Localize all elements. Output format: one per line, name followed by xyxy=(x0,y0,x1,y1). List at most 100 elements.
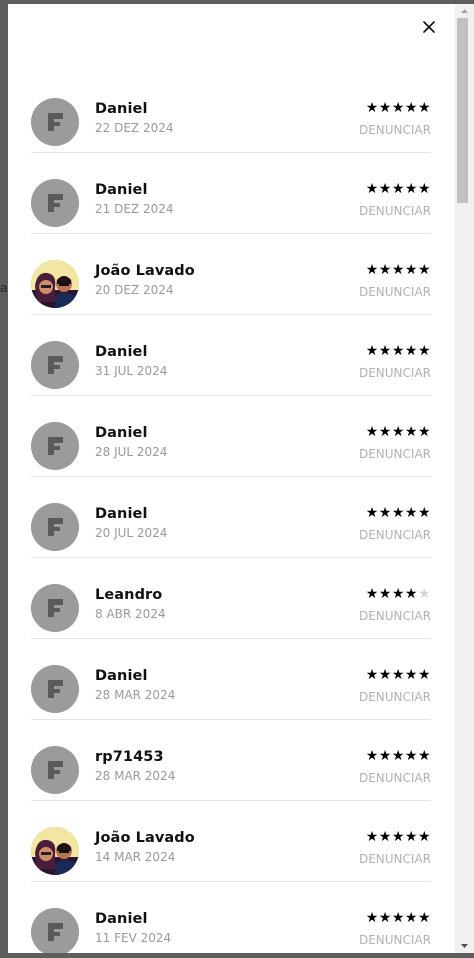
report-button[interactable]: DENUNCIAR xyxy=(359,609,431,623)
reviewer-name: Daniel xyxy=(95,425,148,441)
star-icon: ★ xyxy=(378,99,392,115)
report-button[interactable]: DENUNCIAR xyxy=(359,771,431,785)
star-icon: ★ xyxy=(391,180,405,196)
star-icon: ★ xyxy=(391,666,405,682)
review-row: Daniel 28 JUL 2024 ★★★★★ DENUNCIAR xyxy=(31,396,431,477)
report-button[interactable]: DENUNCIAR xyxy=(359,285,431,299)
star-rating: ★★★★★ xyxy=(366,829,431,843)
review-row: Leandro 8 ABR 2024 ★★★★★ DENUNCIAR xyxy=(31,558,431,639)
star-icon: ★ xyxy=(365,342,379,358)
review-date: 28 MAR 2024 xyxy=(95,769,176,783)
close-button[interactable] xyxy=(420,18,438,36)
star-icon: ★ xyxy=(365,180,379,196)
review-date: 20 JUL 2024 xyxy=(95,526,168,540)
reviewer-name: rp71453 xyxy=(95,749,164,765)
avatar xyxy=(31,746,79,794)
review-date: 22 DEZ 2024 xyxy=(95,121,174,135)
reviewer-name: Daniel xyxy=(95,101,148,117)
reviewer-name: Daniel xyxy=(95,182,148,198)
brand-logo-icon xyxy=(31,665,79,713)
backdrop-text-left: a xyxy=(0,280,8,295)
review-row: João Lavado 14 MAR 2024 ★★★★★ DENUNCIAR xyxy=(31,801,431,882)
report-button[interactable]: DENUNCIAR xyxy=(359,447,431,461)
scroll-down-arrow-icon[interactable] xyxy=(455,939,474,953)
review-row: rp71453 28 MAR 2024 ★★★★★ DENUNCIAR xyxy=(31,720,431,801)
avatar xyxy=(31,260,79,308)
star-icon: ★ xyxy=(404,342,418,358)
star-rating: ★★★★★ xyxy=(366,181,431,195)
avatar xyxy=(31,341,79,389)
reviewer-name: Daniel xyxy=(95,506,148,522)
report-button[interactable]: DENUNCIAR xyxy=(359,204,431,218)
reviews-list: Daniel 22 DEZ 2024 ★★★★★ DENUNCIAR Daniel 21 … xyxy=(31,72,431,953)
scrollbar[interactable] xyxy=(455,4,474,953)
review-date: 8 ABR 2024 xyxy=(95,607,166,621)
star-icon: ★ xyxy=(417,99,431,115)
star-icon: ★ xyxy=(391,99,405,115)
avatar xyxy=(31,584,79,632)
star-icon: ★ xyxy=(378,180,392,196)
star-icon: ★ xyxy=(417,504,431,520)
star-icon: ★ xyxy=(365,585,379,601)
star-icon: ★ xyxy=(417,747,431,763)
review-row: Daniel 11 FEV 2024 ★★★★★ DENUNCIAR xyxy=(31,882,431,953)
avatar xyxy=(31,179,79,227)
star-icon: ★ xyxy=(417,342,431,358)
star-rating: ★★★★★ xyxy=(366,262,431,276)
star-icon: ★ xyxy=(404,261,418,277)
star-icon: ★ xyxy=(417,666,431,682)
star-icon: ★ xyxy=(365,747,379,763)
star-icon: ★ xyxy=(404,828,418,844)
reviewer-name: Leandro xyxy=(95,587,163,603)
star-icon: ★ xyxy=(365,99,379,115)
reviews-modal: Daniel 22 DEZ 2024 ★★★★★ DENUNCIAR Daniel 21 … xyxy=(8,4,455,953)
star-icon: ★ xyxy=(417,828,431,844)
avatar xyxy=(31,98,79,146)
review-row: Daniel 31 JUL 2024 ★★★★★ DENUNCIAR xyxy=(31,315,431,396)
star-icon: ★ xyxy=(404,504,418,520)
star-icon: ★ xyxy=(378,585,392,601)
close-icon xyxy=(423,21,435,33)
star-icon: ★ xyxy=(378,504,392,520)
review-row: Daniel 20 JUL 2024 ★★★★★ DENUNCIAR xyxy=(31,477,431,558)
report-button[interactable]: DENUNCIAR xyxy=(359,690,431,704)
star-icon: ★ xyxy=(378,909,392,925)
star-icon: ★ xyxy=(404,99,418,115)
star-rating: ★★★★★ xyxy=(366,100,431,114)
review-date: 20 DEZ 2024 xyxy=(95,283,174,297)
star-icon: ★ xyxy=(404,180,418,196)
star-icon: ★ xyxy=(365,666,379,682)
user-photo-avatar xyxy=(31,827,79,875)
star-rating: ★★★★★ xyxy=(366,424,431,438)
star-icon: ★ xyxy=(365,504,379,520)
review-date: 14 MAR 2024 xyxy=(95,850,176,864)
report-button[interactable]: DENUNCIAR xyxy=(359,933,431,947)
star-icon: ★ xyxy=(378,342,392,358)
brand-logo-icon xyxy=(31,179,79,227)
report-button[interactable]: DENUNCIAR xyxy=(359,528,431,542)
star-icon: ★ xyxy=(404,585,418,601)
star-icon: ★ xyxy=(417,909,431,925)
star-rating: ★★★★★ xyxy=(366,343,431,357)
star-icon: ★ xyxy=(365,828,379,844)
star-icon: ★ xyxy=(404,423,418,439)
star-icon: ★ xyxy=(378,747,392,763)
avatar xyxy=(31,827,79,875)
report-button[interactable]: DENUNCIAR xyxy=(359,366,431,380)
star-rating: ★★★★★ xyxy=(366,586,431,600)
brand-logo-icon xyxy=(31,98,79,146)
reviewer-name: João Lavado xyxy=(95,830,195,846)
star-icon: ★ xyxy=(404,747,418,763)
scroll-up-arrow-icon[interactable] xyxy=(455,4,474,18)
user-photo-avatar xyxy=(31,260,79,308)
review-date: 31 JUL 2024 xyxy=(95,364,168,378)
review-row: Daniel 21 DEZ 2024 ★★★★★ DENUNCIAR xyxy=(31,153,431,234)
reviewer-name: Daniel xyxy=(95,344,148,360)
report-button[interactable]: DENUNCIAR xyxy=(359,123,431,137)
scrollbar-thumb[interactable] xyxy=(457,18,468,203)
star-rating: ★★★★★ xyxy=(366,667,431,681)
brand-logo-icon xyxy=(31,341,79,389)
reviewer-name: João Lavado xyxy=(95,263,195,279)
report-button[interactable]: DENUNCIAR xyxy=(359,852,431,866)
review-row: João Lavado 20 DEZ 2024 ★★★★★ DENUNCIAR xyxy=(31,234,431,315)
